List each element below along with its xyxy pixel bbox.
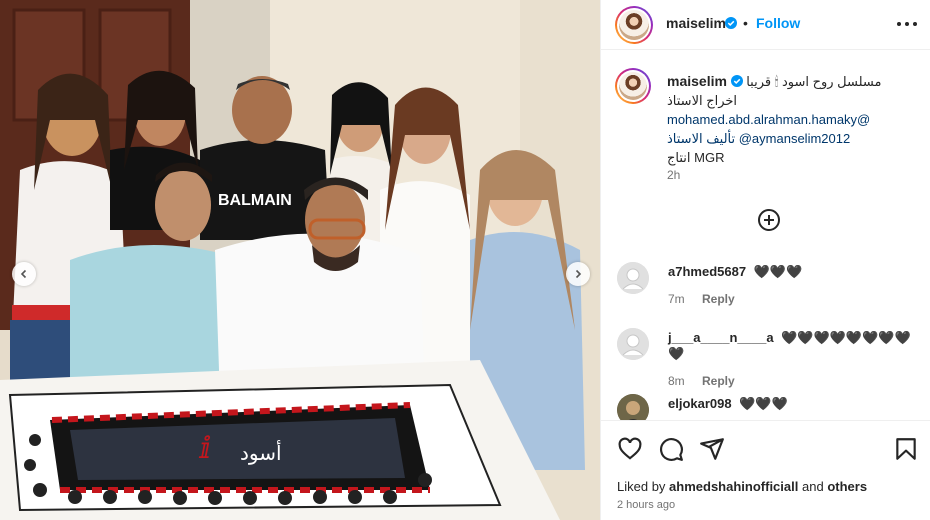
verified-badge-icon	[725, 17, 737, 29]
post-side-panel: maiselim • Follow maiselim مسلسل روح اسو…	[600, 0, 930, 520]
post-header: maiselim • Follow	[601, 0, 930, 50]
more-options-icon[interactable]	[897, 16, 917, 32]
verified-badge-icon	[730, 75, 743, 87]
reply-button[interactable]: Reply	[702, 292, 735, 306]
caption-mention-director[interactable]: mohamed.abd.alrahman.hamaky@	[667, 110, 917, 129]
likes-summary: Liked by ahmedshahinofficiall and others	[617, 479, 867, 494]
comment-avatar[interactable]	[617, 328, 649, 360]
author-avatar[interactable]	[615, 6, 653, 44]
caption-time: 2h	[667, 168, 681, 182]
svg-text:أسود: أسود	[240, 440, 282, 465]
chevron-left-icon	[20, 269, 27, 279]
liked-by-and: and	[801, 479, 824, 494]
comment-avatar[interactable]	[617, 262, 649, 294]
follow-button[interactable]: Follow	[756, 15, 800, 31]
comment-username[interactable]: j___a____n____a	[668, 330, 774, 345]
post-caption: maiselim مسلسل روح اسود 🕯 قريبا اخراج ال…	[667, 72, 917, 167]
carousel-next-button[interactable]	[566, 262, 590, 286]
svg-text:ⅈ: ⅈ	[198, 431, 211, 466]
post-media[interactable]: BALMAIN ⅈ أسود	[0, 0, 600, 520]
add-comment-icon[interactable]	[758, 209, 780, 231]
comment-text: 🖤🖤🖤	[753, 264, 803, 279]
caption-line-1: مسلسل روح اسود 🕯 قريبا	[746, 74, 882, 89]
liked-by-others[interactable]: others	[827, 479, 867, 494]
caption-mention-writer[interactable]: تأليف الاستاذ @aymanselim2012	[667, 129, 917, 148]
comment-time: 8m	[668, 374, 685, 388]
save-icon[interactable]	[893, 436, 919, 462]
comment-text: 🖤🖤🖤	[739, 396, 788, 411]
liked-by-user[interactable]: ahmedshahinofficiall	[669, 479, 798, 494]
heart-icon[interactable]	[617, 436, 643, 462]
post-actions-bar: Liked by ahmedshahinofficiall and others…	[601, 420, 930, 520]
caption-avatar[interactable]	[615, 68, 651, 104]
header-separator: •	[743, 15, 748, 31]
chevron-right-icon	[575, 269, 582, 279]
caption-username[interactable]: maiselim	[667, 73, 727, 89]
liked-by-prefix: Liked by	[617, 479, 666, 494]
post-timestamp: 2 hours ago	[617, 499, 676, 511]
share-icon[interactable]	[699, 436, 725, 462]
comment-icon[interactable]	[658, 436, 684, 462]
caption-line-2: اخراج الاستاذ	[667, 93, 738, 108]
carousel-prev-button[interactable]	[12, 262, 36, 286]
caption-line-5: انتاج MGR	[667, 150, 725, 165]
comment-username[interactable]: a7hmed5687	[668, 264, 746, 279]
author-username[interactable]: maiselim	[666, 15, 726, 31]
comment-time: 7m	[668, 292, 685, 306]
post-photo: BALMAIN ⅈ أسود	[0, 0, 600, 520]
comment-username[interactable]: eljokar098	[668, 396, 732, 411]
svg-text:BALMAIN: BALMAIN	[218, 192, 292, 209]
reply-button[interactable]: Reply	[702, 374, 735, 388]
